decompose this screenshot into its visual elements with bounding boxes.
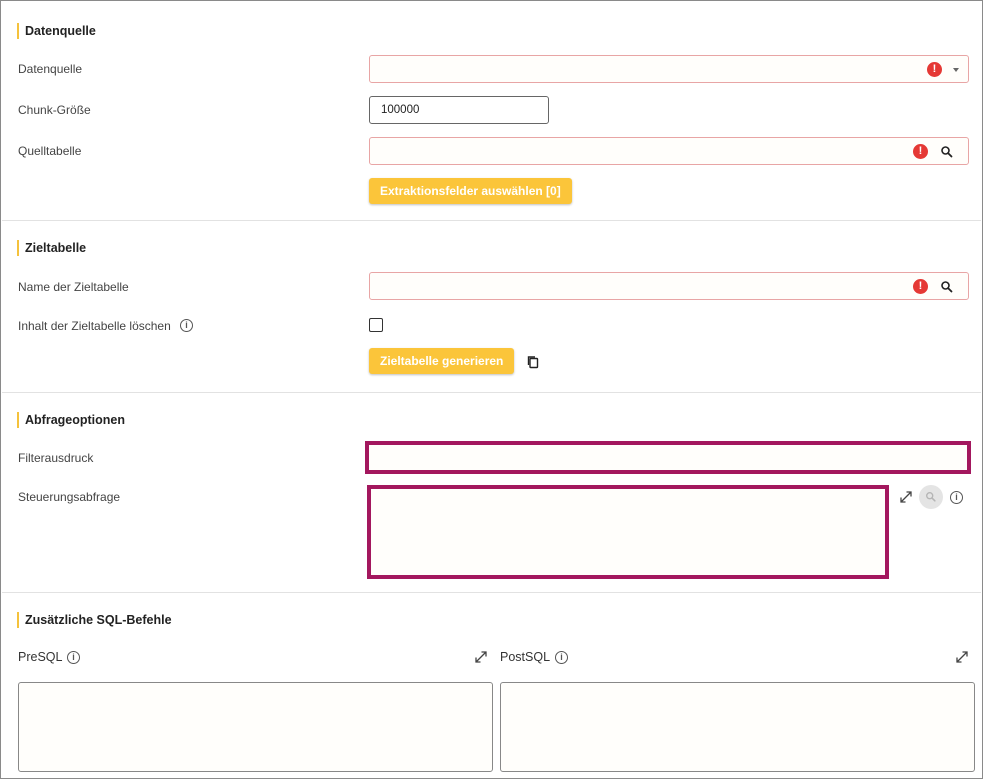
search-icon xyxy=(926,492,936,502)
error-icon: ! xyxy=(913,144,928,159)
section-title-target: Zieltabelle xyxy=(17,240,86,256)
expand-icon[interactable] xyxy=(955,650,969,664)
info-icon[interactable]: i xyxy=(555,651,568,664)
postsql-textarea[interactable] xyxy=(500,682,975,772)
info-icon[interactable]: i xyxy=(67,651,80,664)
error-icon: ! xyxy=(913,279,928,294)
postsql-label: PostSQL xyxy=(500,650,551,664)
control-query-label: Steuerungsabfrage xyxy=(18,490,121,504)
section-title-datasource: Datenquelle xyxy=(17,23,96,39)
chunk-size-label: Chunk-Größe xyxy=(18,103,91,117)
source-table-input[interactable]: ! xyxy=(369,137,969,165)
expand-icon[interactable] xyxy=(474,650,488,664)
error-icon: ! xyxy=(927,62,942,77)
form-panel: Datenquelle Datenquelle ! Chunk-Größe 10… xyxy=(0,0,983,779)
filter-expression-input[interactable] xyxy=(365,441,971,474)
search-icon[interactable] xyxy=(940,280,954,294)
divider xyxy=(2,592,981,593)
chunk-size-input[interactable]: 100000 xyxy=(369,96,549,124)
copy-icon[interactable] xyxy=(526,355,540,369)
section-title-sql: Zusätzliche SQL-Befehle xyxy=(17,612,172,628)
source-table-label: Quelltabelle xyxy=(18,144,82,158)
clear-target-label: Inhalt der Zieltabelle löschen xyxy=(18,319,171,333)
clear-target-checkbox[interactable] xyxy=(369,318,383,332)
chevron-down-icon[interactable] xyxy=(953,68,959,72)
generate-target-table-button[interactable]: Zieltabelle generieren xyxy=(369,348,515,374)
datasource-label: Datenquelle xyxy=(18,62,83,76)
divider xyxy=(2,220,981,221)
divider xyxy=(2,392,981,393)
presql-label: PreSQL xyxy=(18,650,63,664)
datasource-select[interactable]: ! xyxy=(369,55,969,83)
chunk-size-value: 100000 xyxy=(381,104,420,116)
filter-expression-label: Filterausdruck xyxy=(18,451,94,465)
expand-icon[interactable] xyxy=(899,490,913,504)
presql-textarea[interactable] xyxy=(18,682,493,772)
section-title-query: Abfrageoptionen xyxy=(17,412,125,428)
target-table-name-input[interactable]: ! xyxy=(369,272,969,300)
select-extraction-fields-button[interactable]: Extraktionsfelder auswählen [0] xyxy=(369,178,572,204)
info-icon[interactable]: i xyxy=(950,491,963,504)
control-query-textarea[interactable] xyxy=(367,485,889,579)
info-icon[interactable]: i xyxy=(180,319,193,332)
target-table-name-label: Name der Zieltabelle xyxy=(18,280,129,294)
query-search-button[interactable] xyxy=(919,485,943,509)
search-icon[interactable] xyxy=(940,145,954,159)
